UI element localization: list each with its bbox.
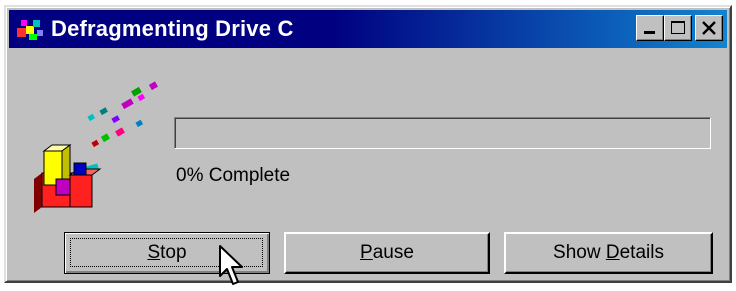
show-details-button-label: Show Details xyxy=(553,242,664,263)
minimize-button[interactable] xyxy=(636,15,664,41)
maximize-icon xyxy=(671,21,685,34)
title-bar[interactable]: Defragmenting Drive C xyxy=(9,10,727,48)
close-icon xyxy=(702,21,716,35)
minimize-icon xyxy=(644,31,655,34)
close-button[interactable] xyxy=(695,15,723,41)
mouse-pointer-icon xyxy=(219,245,243,285)
stop-button-label: Stop xyxy=(147,242,187,263)
maximize-button[interactable] xyxy=(664,15,692,41)
pause-button-label: Pause xyxy=(360,242,414,263)
show-details-button[interactable]: Show Details xyxy=(504,232,713,274)
defrag-icon xyxy=(17,20,43,40)
title-bar-controls xyxy=(636,15,723,41)
pause-button[interactable]: Pause xyxy=(284,232,490,274)
defrag-blocks-icon xyxy=(34,81,158,213)
window-title: Defragmenting Drive C xyxy=(51,16,294,41)
defrag-window: Defragmenting Drive C 0% Complete Stop P… xyxy=(4,5,732,283)
progress-bar xyxy=(174,117,711,149)
progress-status: 0% Complete xyxy=(176,165,291,186)
